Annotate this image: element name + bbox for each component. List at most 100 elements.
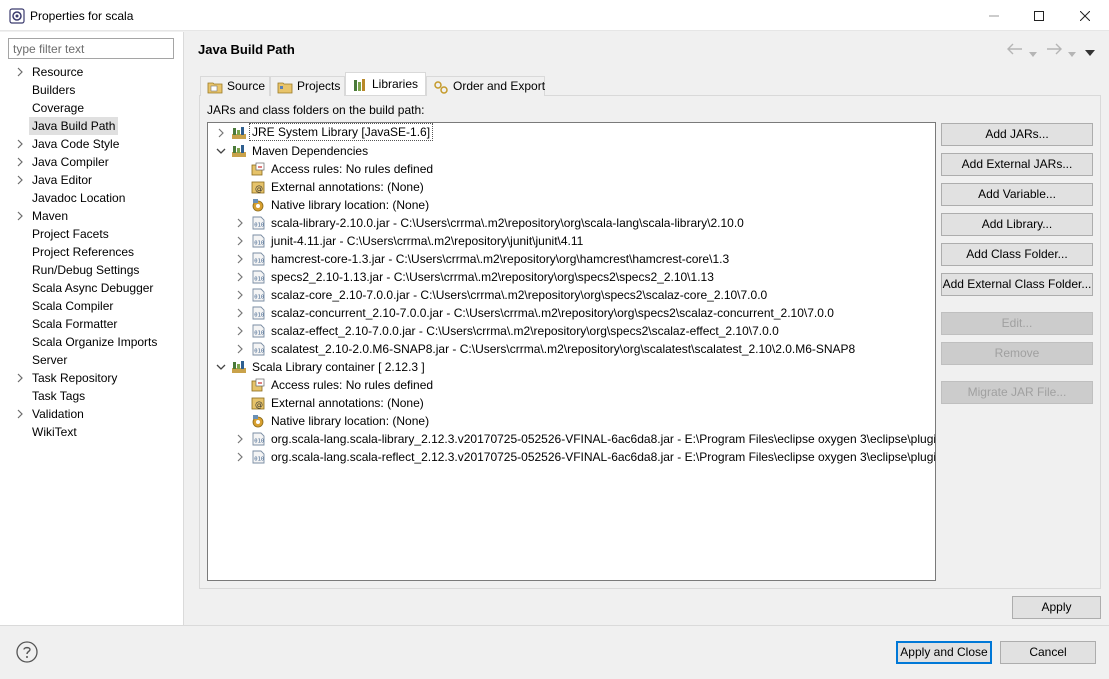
nav-item-project-facets[interactable]: Project Facets [0, 225, 184, 243]
close-button[interactable] [1062, 0, 1108, 31]
tree-row[interactable]: 010 scala-library-2.10.0.jar - C:\Users\c… [208, 214, 935, 232]
nav-item-scala-formatter[interactable]: Scala Formatter [0, 315, 184, 333]
tab-projects[interactable]: Projects [270, 76, 345, 96]
tree-row[interactable]: 010 scalaz-effect_2.10-7.0.0.jar - C:\Use… [208, 322, 935, 340]
nav-item-coverage[interactable]: Coverage [0, 99, 184, 117]
add-class-folder-button[interactable]: Add Class Folder... [941, 243, 1093, 266]
back-menu-button[interactable] [1029, 45, 1037, 61]
jar-icon: 010 [252, 288, 265, 302]
view-menu-button[interactable] [1085, 44, 1095, 60]
nav-item-resource[interactable]: Resource [0, 63, 184, 81]
tree-row[interactable]: 010 hamcrest-core-1.3.jar - C:\Users\crrm… [208, 250, 935, 268]
nav-item-run-debug-settings[interactable]: Run/Debug Settings [0, 261, 184, 279]
nav-item-scala-organize-imports[interactable]: Scala Organize Imports [0, 333, 184, 351]
add-external-jars-button[interactable]: Add External JARs... [941, 153, 1093, 176]
tree-container-row[interactable]: Maven Dependencies [208, 142, 935, 160]
migrate-jar-file-button[interactable]: Migrate JAR File... [941, 381, 1093, 404]
build-path-tree[interactable]: JRE System Library [JavaSE-1.6] Maven Dep… [207, 122, 936, 581]
nav-item-label: WikiText [32, 425, 77, 439]
tab-order-and-export[interactable]: Order and Export [426, 76, 545, 96]
tree-row[interactable]: 010 specs2_2.10-1.13.jar - C:\Users\crrma… [208, 268, 935, 286]
chevron-right-icon[interactable] [235, 272, 245, 282]
nav-item-java-editor[interactable]: Java Editor [0, 171, 184, 189]
add-library-button[interactable]: Add Library... [941, 213, 1093, 236]
tree-row[interactable]: Access rules: No rules defined [208, 376, 935, 394]
chevron-down-icon[interactable] [216, 146, 226, 156]
chevron-right-icon[interactable] [235, 434, 245, 444]
add-variable-button[interactable]: Add Variable... [941, 183, 1093, 206]
nav-item-java-code-style[interactable]: Java Code Style [0, 135, 184, 153]
tree-row[interactable]: Native library location: (None) [208, 196, 935, 214]
nav-item-label: Resource [32, 65, 84, 79]
help-icon[interactable] [16, 641, 38, 663]
tree-row[interactable]: 010 org.scala-lang.scala-library_2.12.3.v… [208, 430, 935, 448]
cancel-button[interactable]: Cancel [1000, 641, 1096, 664]
chevron-right-icon[interactable] [15, 67, 25, 77]
tree-row-label: org.scala-lang.scala-reflect_2.12.3.v201… [271, 450, 936, 464]
tree-row-label: JRE System Library [JavaSE-1.6] [249, 123, 434, 141]
nav-item-java-build-path[interactable]: Java Build Path [0, 117, 184, 135]
tree-row[interactable]: 010 scalaz-core_2.10-7.0.0.jar - C:\Users… [208, 286, 935, 304]
tree-row[interactable]: Access rules: No rules defined [208, 160, 935, 178]
nav-item-label: Task Tags [32, 389, 86, 403]
tree-row[interactable]: 010 scalatest_2.10-2.0.M6-SNAP8.jar - C:\… [208, 340, 935, 358]
nav-item-scala-compiler[interactable]: Scala Compiler [0, 297, 184, 315]
access-rules-icon [251, 162, 265, 176]
apply-button[interactable]: Apply [1012, 596, 1101, 619]
tree-row[interactable]: @ External annotations: (None) [208, 394, 935, 412]
tree-container-row[interactable]: JRE System Library [JavaSE-1.6] [208, 123, 935, 142]
forward-menu-button[interactable] [1068, 45, 1076, 61]
add-jars-button[interactable]: Add JARs... [941, 123, 1093, 146]
remove-button[interactable]: Remove [941, 342, 1093, 365]
build-path-label: JARs and class folders on the build path… [207, 103, 425, 117]
tab-libraries[interactable]: Libraries [345, 72, 426, 95]
chevron-right-icon[interactable] [235, 290, 245, 300]
nav-item-project-references[interactable]: Project References [0, 243, 184, 261]
tree-row[interactable]: 010 junit-4.11.jar - C:\Users\crrma\.m2\r… [208, 232, 935, 250]
tree-row[interactable]: Native library location: (None) [208, 412, 935, 430]
nav-item-task-repository[interactable]: Task Repository [0, 369, 184, 387]
tree-row-label: Scala Library container [ 2.12.3 ] [252, 360, 425, 374]
nav-item-java-compiler[interactable]: Java Compiler [0, 153, 184, 171]
chevron-right-icon[interactable] [15, 139, 25, 149]
nav-item-server[interactable]: Server [0, 351, 184, 369]
chevron-right-icon[interactable] [235, 308, 245, 318]
chevron-right-icon[interactable] [235, 218, 245, 228]
svg-text:010: 010 [254, 439, 264, 445]
filter-input[interactable] [8, 38, 174, 59]
chevron-right-icon[interactable] [15, 157, 25, 167]
back-button[interactable] [1007, 42, 1023, 58]
nav-item-validation[interactable]: Validation [0, 405, 184, 423]
chevron-right-icon[interactable] [235, 344, 245, 354]
chevron-right-icon[interactable] [235, 236, 245, 246]
eclipse-properties-icon [9, 8, 25, 24]
chevron-right-icon[interactable] [15, 373, 25, 383]
nav-item-builders[interactable]: Builders [0, 81, 184, 99]
minimize-button[interactable] [971, 0, 1017, 31]
edit-button[interactable]: Edit... [941, 312, 1093, 335]
chevron-right-icon[interactable] [15, 211, 25, 221]
tab-source[interactable]: Source [200, 76, 270, 96]
nav-item-scala-async-debugger[interactable]: Scala Async Debugger [0, 279, 184, 297]
chevron-down-icon[interactable] [216, 362, 226, 372]
chevron-right-icon[interactable] [235, 452, 245, 462]
chevron-right-icon[interactable] [216, 128, 226, 138]
forward-button[interactable] [1046, 42, 1062, 58]
chevron-right-icon[interactable] [235, 254, 245, 264]
nav-item-task-tags[interactable]: Task Tags [0, 387, 184, 405]
chevron-right-icon[interactable] [15, 175, 25, 185]
chevron-right-icon[interactable] [15, 409, 25, 419]
nav-item-maven[interactable]: Maven [0, 207, 184, 225]
tree-container-row[interactable]: Scala Library container [ 2.12.3 ] [208, 358, 935, 376]
nav-item-wikitext[interactable]: WikiText [0, 423, 184, 441]
maximize-button[interactable] [1016, 0, 1062, 31]
jar-icon: 010 [252, 252, 265, 266]
apply-and-close-button[interactable]: Apply and Close [896, 641, 992, 664]
tree-row[interactable]: 010 scalaz-concurrent_2.10-7.0.0.jar - C:… [208, 304, 935, 322]
tree-row[interactable]: @ External annotations: (None) [208, 178, 935, 196]
add-external-class-folder-button[interactable]: Add External Class Folder... [941, 273, 1093, 296]
nav-item-label: Scala Organize Imports [32, 335, 158, 349]
chevron-right-icon[interactable] [235, 326, 245, 336]
tree-row[interactable]: 010 org.scala-lang.scala-reflect_2.12.3.v… [208, 448, 935, 466]
nav-item-javadoc-location[interactable]: Javadoc Location [0, 189, 184, 207]
